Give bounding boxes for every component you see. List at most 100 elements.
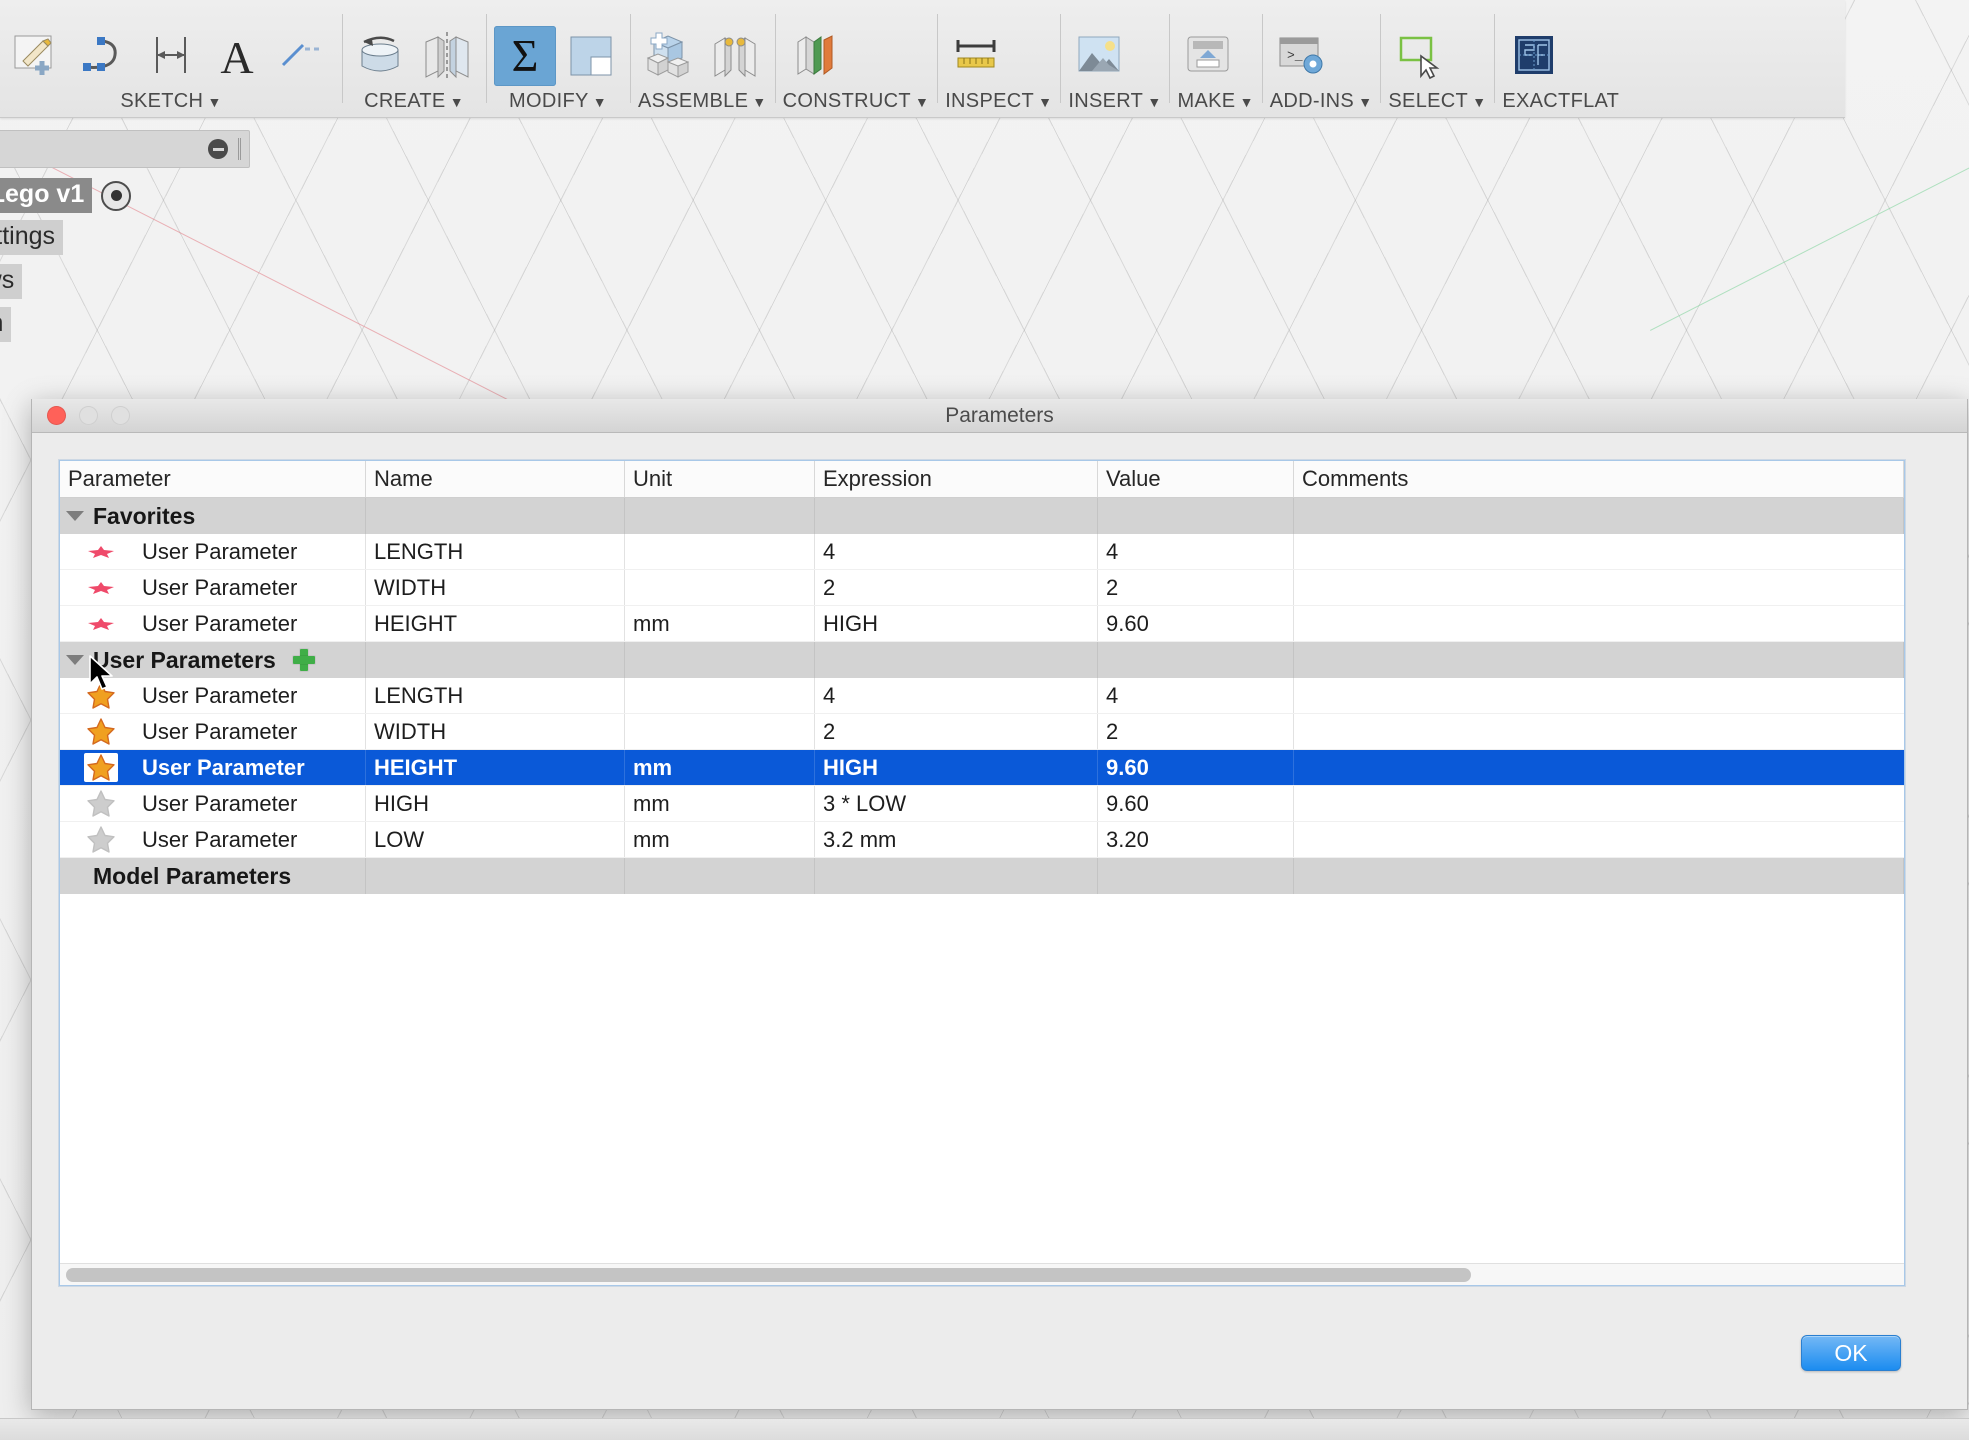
group-row-model-parameters[interactable]: Model Parameters <box>60 858 1904 894</box>
cell-name[interactable]: LOW <box>366 822 625 857</box>
table-row[interactable]: User Parameter WIDTH 2 2 <box>60 714 1904 750</box>
favorite-mini-icon[interactable] <box>60 618 142 630</box>
cell-comments[interactable] <box>1294 606 1904 641</box>
cell-unit[interactable]: mm <box>625 750 815 785</box>
chevron-down-icon[interactable]: ▼ <box>1468 94 1486 110</box>
cell-unit[interactable] <box>625 678 815 713</box>
browser-item-document[interactable]: etric Lego v1 <box>0 178 131 213</box>
table-row[interactable]: User Parameter LENGTH 4 4 <box>60 534 1904 570</box>
insert-image-icon[interactable] <box>1068 26 1130 86</box>
column-header-expression[interactable]: Expression <box>815 461 1098 497</box>
column-header-parameter[interactable]: Parameter <box>60 461 366 497</box>
browser-item-named-views[interactable]: Views <box>0 264 22 299</box>
cell-comments[interactable] <box>1294 786 1904 821</box>
chevron-down-icon[interactable]: ▼ <box>446 94 464 110</box>
cell-expression[interactable]: 4 <box>815 678 1098 713</box>
chevron-down-icon[interactable] <box>66 511 84 521</box>
column-header-value[interactable]: Value <box>1098 461 1294 497</box>
table-row[interactable]: User Parameter LENGTH 4 4 <box>60 678 1904 714</box>
chevron-down-icon[interactable]: ▼ <box>1354 94 1372 110</box>
star-empty-icon[interactable] <box>60 826 142 853</box>
cell-name[interactable]: LENGTH <box>366 678 625 713</box>
table-row[interactable]: User Parameter HIGH mm 3 * LOW 9.60 <box>60 786 1904 822</box>
shell-icon[interactable] <box>560 26 622 86</box>
cell-name[interactable]: HIGH <box>366 786 625 821</box>
text-icon[interactable]: A <box>206 26 268 86</box>
table-row[interactable]: User Parameter LOW mm 3.2 mm 3.20 <box>60 822 1904 858</box>
collapse-all-icon[interactable] <box>208 139 228 159</box>
exactflat-icon[interactable] <box>1502 26 1564 86</box>
group-row-favorites[interactable]: Favorites <box>60 498 1904 534</box>
cell-comments[interactable] <box>1294 822 1904 857</box>
cell-comments[interactable] <box>1294 678 1904 713</box>
browser-item-origin[interactable]: gin <box>0 307 11 342</box>
revolve-icon[interactable] <box>350 26 412 86</box>
cell-unit[interactable] <box>625 714 815 749</box>
cell-expression[interactable]: 3 * LOW <box>815 786 1098 821</box>
browser-item-document-settings[interactable]: ent Settings <box>0 220 63 255</box>
cell-name[interactable]: HEIGHT <box>366 606 625 641</box>
group-cell <box>366 642 625 678</box>
cell-expression[interactable]: 2 <box>815 570 1098 605</box>
column-header-name[interactable]: Name <box>366 461 625 497</box>
chevron-down-icon[interactable]: ▼ <box>589 94 607 110</box>
spline-icon[interactable] <box>74 26 136 86</box>
cell-unit[interactable]: mm <box>625 606 815 641</box>
horizontal-scrollbar-thumb[interactable] <box>66 1268 1471 1282</box>
cell-comments[interactable] <box>1294 714 1904 749</box>
favorite-mini-icon[interactable] <box>60 546 142 558</box>
column-header-comments[interactable]: Comments <box>1294 461 1904 497</box>
construction-line-icon[interactable] <box>272 26 334 86</box>
change-parameters-icon[interactable]: Σ <box>494 26 556 86</box>
ok-button[interactable]: OK <box>1801 1335 1901 1371</box>
mirror-icon[interactable] <box>416 26 478 86</box>
cell-name[interactable]: WIDTH <box>366 714 625 749</box>
cell-expression[interactable]: 2 <box>815 714 1098 749</box>
cell-name[interactable]: WIDTH <box>366 570 625 605</box>
cell-unit[interactable] <box>625 570 815 605</box>
cell-unit[interactable]: mm <box>625 786 815 821</box>
column-header-unit[interactable]: Unit <box>625 461 815 497</box>
table-row[interactable]: User Parameter WIDTH 2 2 <box>60 570 1904 606</box>
offset-plane-icon[interactable] <box>783 26 845 86</box>
group-row-user-parameters[interactable]: User Parameters <box>60 642 1904 678</box>
chevron-down-icon[interactable]: ▼ <box>1235 94 1253 110</box>
cell-unit[interactable] <box>625 534 815 569</box>
chevron-down-icon[interactable]: ▼ <box>203 94 221 110</box>
cell-name[interactable]: LENGTH <box>366 534 625 569</box>
cell-expression[interactable]: HIGH <box>815 750 1098 785</box>
cell-unit[interactable]: mm <box>625 822 815 857</box>
cell-expression[interactable]: 3.2 mm <box>815 822 1098 857</box>
star-filled-icon[interactable] <box>60 718 142 745</box>
star-filled-icon[interactable] <box>60 753 142 782</box>
browser-search-bar[interactable] <box>0 130 250 168</box>
table-row[interactable]: User Parameter HEIGHT mm HIGH 9.60 <box>60 606 1904 642</box>
horizontal-scrollbar[interactable] <box>60 1263 1904 1285</box>
measure-icon[interactable] <box>945 26 1007 86</box>
add-parameter-button[interactable] <box>292 648 316 672</box>
favorite-mini-icon[interactable] <box>60 582 142 594</box>
visibility-toggle-icon[interactable] <box>101 181 131 211</box>
cell-expression[interactable]: 4 <box>815 534 1098 569</box>
dimension-icon[interactable] <box>140 26 202 86</box>
cell-name[interactable]: HEIGHT <box>366 750 625 785</box>
cell-comments[interactable] <box>1294 534 1904 569</box>
select-window-icon[interactable] <box>1388 26 1450 86</box>
3d-print-icon[interactable] <box>1177 26 1239 86</box>
cell-expression[interactable]: HIGH <box>815 606 1098 641</box>
chevron-down-icon[interactable]: ▼ <box>911 94 929 110</box>
create-sketch-icon[interactable] <box>8 26 70 86</box>
dialog-titlebar[interactable]: Parameters <box>32 399 1967 433</box>
chevron-down-icon[interactable]: ▼ <box>1034 94 1052 110</box>
new-component-icon[interactable] <box>638 26 700 86</box>
chevron-down-icon[interactable]: ▼ <box>1143 94 1161 110</box>
panel-resize-handle[interactable] <box>238 138 241 160</box>
joint-icon[interactable] <box>704 26 766 86</box>
cell-comments[interactable] <box>1294 750 1904 785</box>
scripts-addins-icon[interactable]: >_ <box>1270 26 1332 86</box>
chevron-down-icon[interactable]: ▼ <box>748 94 766 110</box>
star-empty-icon[interactable] <box>60 790 142 817</box>
chevron-down-icon[interactable] <box>66 655 84 665</box>
table-row-selected[interactable]: User Parameter HEIGHT mm HIGH 9.60 <box>60 750 1904 786</box>
cell-comments[interactable] <box>1294 570 1904 605</box>
